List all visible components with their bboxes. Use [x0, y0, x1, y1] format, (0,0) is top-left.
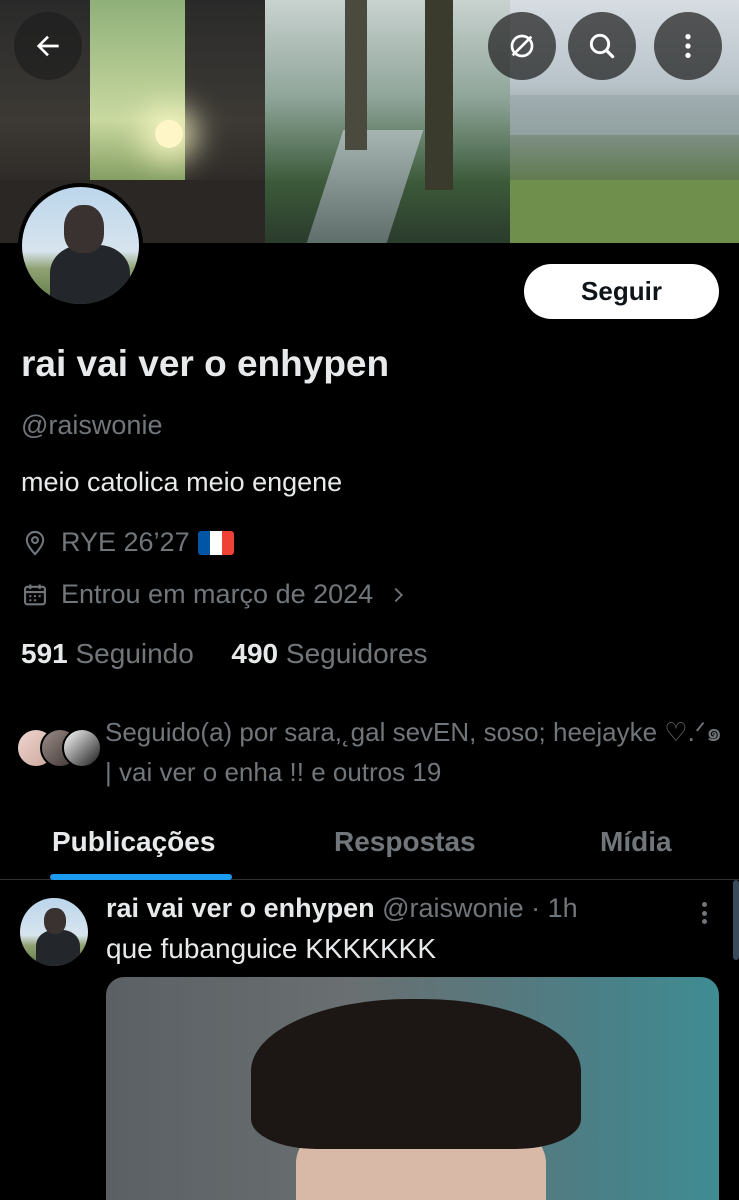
scrollbar[interactable]	[733, 880, 739, 960]
following-label: Seguindo	[75, 638, 194, 669]
post-author-name[interactable]: rai vai ver o enhypen	[106, 893, 375, 923]
profile-bio: meio catolica meio engene	[21, 467, 343, 497]
profile-tabs: Publicações Respostas Mídia	[0, 812, 739, 880]
joined-row[interactable]: Entrou em março de 2024	[21, 579, 421, 610]
followers-link[interactable]: 490 Seguidores	[231, 638, 427, 669]
post-handle-time: @raiswonie · 1h	[382, 893, 578, 923]
banner-image-road	[265, 0, 510, 243]
more-options-button[interactable]	[654, 12, 722, 80]
france-flag-icon	[197, 530, 234, 555]
post-item[interactable]: rai vai ver o enhypen @raiswonie · 1h qu…	[0, 881, 739, 1200]
following-link[interactable]: 591 Seguindo	[21, 638, 194, 669]
follow-stats: 591 Seguindo 490 Seguidores	[21, 638, 428, 670]
tab-posts[interactable]: Publicações	[52, 826, 215, 858]
post-author-avatar[interactable]	[20, 898, 88, 966]
display-name: rai vai ver o enhypen	[21, 343, 390, 384]
followed-by-row[interactable]: Seguido(a) por sara,˛gal sevEN, soso; he…	[16, 708, 726, 788]
followers-count: 490	[231, 638, 279, 669]
username-handle: @raiswonie	[21, 410, 163, 440]
search-button[interactable]	[568, 12, 636, 80]
more-vertical-icon	[685, 34, 691, 58]
arrow-left-icon	[36, 35, 59, 57]
back-button[interactable]	[14, 12, 82, 80]
profile-avatar[interactable]	[18, 183, 143, 308]
active-tab-indicator	[50, 874, 232, 880]
calendar-icon	[24, 584, 46, 605]
search-icon	[589, 33, 615, 59]
joined-text: Entrou em março de 2024	[61, 579, 374, 609]
follow-button[interactable]: Seguir	[524, 264, 719, 319]
followed-by-text: Seguido(a) por sara,˛gal sevEN, soso; he…	[105, 717, 723, 787]
followers-label: Seguidores	[285, 638, 428, 669]
location-text: RYE 26’27	[61, 527, 190, 557]
post-more-icon[interactable]	[692, 899, 716, 927]
follower-avatar-3	[62, 728, 102, 768]
slash-circle-icon	[510, 34, 534, 58]
following-count: 591	[21, 638, 68, 669]
grok-button[interactable]	[488, 12, 556, 80]
location-pin-icon	[25, 530, 45, 556]
location-row: RYE 26’27	[21, 527, 234, 558]
post-text: que fubanguice KKKKKKK	[106, 933, 437, 964]
tab-replies[interactable]: Respostas	[334, 826, 476, 858]
tab-media[interactable]: Mídia	[600, 826, 672, 858]
post-media-image[interactable]	[106, 977, 719, 1200]
chevron-right-icon	[394, 587, 404, 602]
post-header: rai vai ver o enhypen @raiswonie · 1h	[106, 893, 578, 924]
